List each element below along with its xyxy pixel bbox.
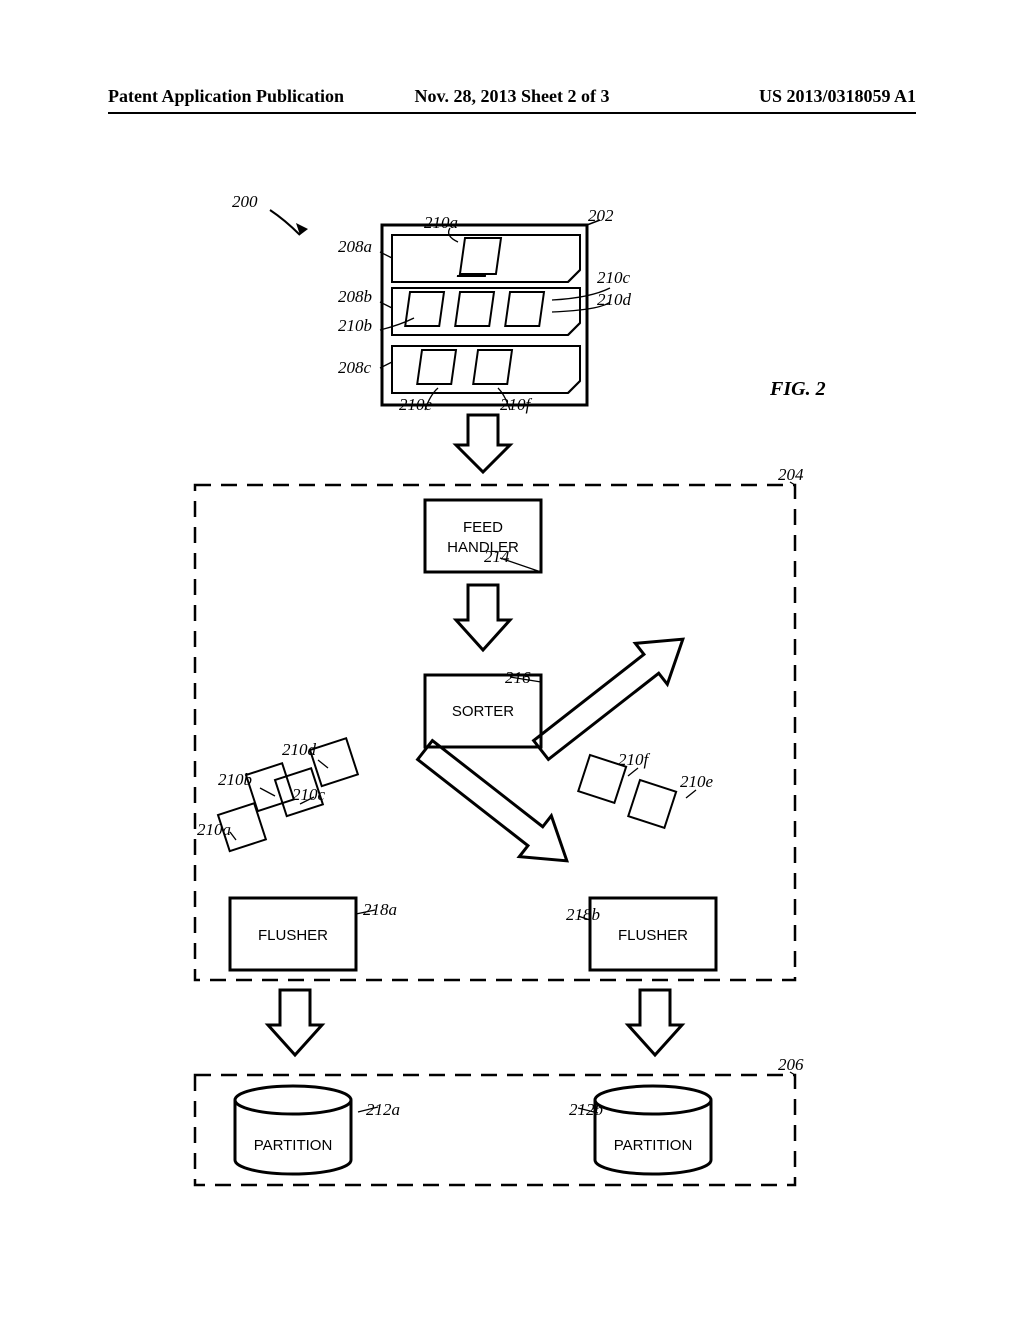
partition-b-text: PARTITION bbox=[614, 1137, 693, 1154]
block-arrow-2 bbox=[456, 585, 510, 650]
page-header: Patent Application Publication Nov. 28, … bbox=[108, 86, 916, 114]
header-left: Patent Application Publication bbox=[108, 86, 344, 107]
cylinder-212b: PARTITION bbox=[595, 1086, 711, 1174]
flusher-a-text: FLUSHER bbox=[258, 927, 328, 944]
cylinder-212a: PARTITION bbox=[235, 1086, 351, 1174]
row-208b bbox=[392, 288, 580, 335]
block-arrow-right bbox=[525, 619, 699, 771]
partition-a-text: PARTITION bbox=[254, 1137, 333, 1154]
flusher-b-text: FLUSHER bbox=[618, 927, 688, 944]
header-center: Nov. 28, 2013 Sheet 2 of 3 bbox=[415, 86, 610, 107]
block-arrow-4 bbox=[628, 990, 682, 1055]
feed-handler-line2: HANDLER bbox=[447, 539, 519, 556]
header-rule bbox=[108, 112, 916, 114]
row-208c bbox=[392, 346, 580, 393]
sorter-text: SORTER bbox=[452, 703, 514, 720]
feed-handler-line1: FEED bbox=[463, 519, 503, 536]
block-arrow-3 bbox=[268, 990, 322, 1055]
figure-svg: FEED HANDLER SORTER bbox=[100, 140, 924, 1290]
page: Patent Application Publication Nov. 28, … bbox=[0, 0, 1024, 1320]
row-208a bbox=[392, 235, 580, 282]
header-right: US 2013/0318059 A1 bbox=[759, 86, 916, 107]
block-arrow-1 bbox=[456, 415, 510, 472]
